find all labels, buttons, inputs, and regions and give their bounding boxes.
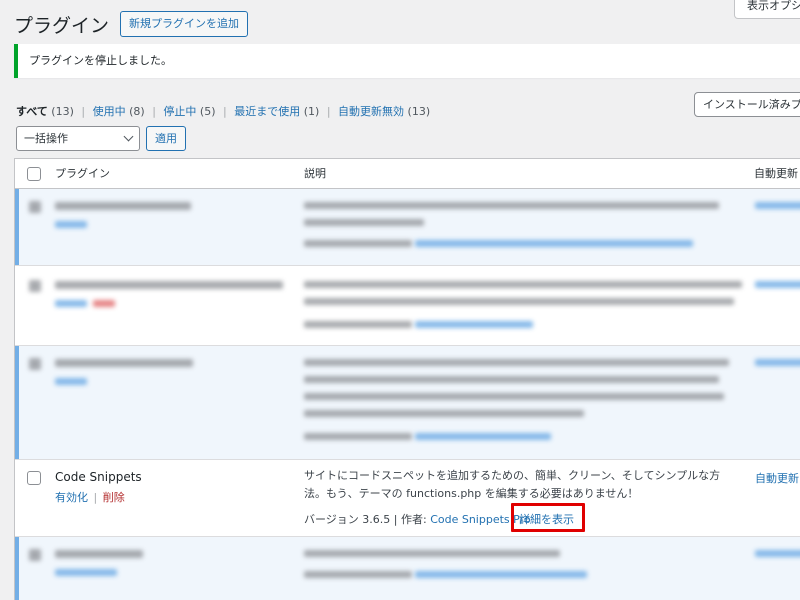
notice-text: プラグインを停止しました。 — [29, 54, 172, 67]
filter-separator: | — [326, 105, 331, 118]
filter-auto-update-disabled-count: (13) — [407, 105, 431, 118]
auto-update-link[interactable] — [755, 281, 800, 288]
plugin-meta-links[interactable] — [415, 571, 587, 578]
plugin-description — [304, 298, 734, 305]
plugin-status-filters: すべて (13) | 使用中 (8) | 停止中 (5) | 最近まで使用 (1… — [16, 103, 430, 119]
highlight-box — [511, 503, 585, 532]
plugin-version — [304, 240, 412, 247]
auto-update-link[interactable] — [755, 550, 800, 557]
table-row — [15, 189, 800, 266]
plugin-version — [304, 571, 412, 578]
plugin-name: Code Snippets — [55, 470, 142, 484]
activate-link[interactable]: 有効化 — [55, 491, 88, 504]
filter-inactive[interactable]: 停止中 — [163, 105, 196, 118]
plugin-description — [304, 359, 729, 366]
plugin-name — [55, 202, 191, 210]
filter-auto-update-disabled[interactable]: 自動更新無効 — [338, 105, 404, 118]
delete-link[interactable]: 削除 — [103, 491, 125, 504]
auto-update-link[interactable] — [755, 359, 800, 366]
plugin-description — [304, 281, 742, 288]
row-action[interactable] — [55, 378, 87, 385]
bulk-action-select[interactable]: 一括操作 — [16, 126, 140, 151]
auto-update-link[interactable] — [755, 202, 800, 209]
filter-separator: | — [81, 105, 86, 118]
active-indicator — [15, 537, 19, 600]
row-actions: 有効化 | 削除 — [55, 489, 125, 505]
filter-active-count: (8) — [129, 105, 145, 118]
filter-all-count: (13) — [51, 105, 74, 118]
row-checkbox[interactable] — [29, 280, 41, 292]
plugin-version: バージョン 3.6.5 | — [304, 513, 398, 526]
plugin-version — [304, 321, 412, 328]
row-action[interactable] — [55, 221, 87, 228]
table-row — [15, 266, 800, 346]
apply-button[interactable]: 適用 — [146, 126, 186, 151]
select-all-checkbox[interactable] — [27, 167, 41, 181]
bulk-action-selected: 一括操作 — [24, 132, 68, 145]
table-header: プラグイン 説明 自動更新 — [15, 159, 800, 189]
filter-all[interactable]: すべて — [16, 105, 48, 118]
filter-recently-active[interactable]: 最近まで使用 — [234, 105, 300, 118]
plugin-description-line: サイトにコードスニペットを追加するための、簡単、クリーン、そしてシンプルな方 — [304, 469, 721, 482]
plugin-description-line: 法。もう、テーマの functions.php を編集する必要はありません！ — [304, 487, 639, 500]
active-indicator — [15, 189, 19, 265]
column-auto-update: 自動更新 — [754, 167, 798, 180]
auto-update-link[interactable]: 自動更新を有効化 — [755, 470, 800, 486]
deactivated-notice: プラグインを停止しました。 — [14, 44, 800, 78]
active-indicator — [15, 346, 19, 459]
row-checkbox[interactable] — [29, 201, 41, 213]
plugin-name — [55, 550, 143, 558]
filter-separator: | — [223, 105, 227, 118]
plugin-description — [304, 393, 724, 400]
row-checkbox[interactable] — [27, 471, 41, 485]
plugin-search-input[interactable]: インストール済みプラグインを検索... — [694, 92, 800, 117]
plugin-meta-links[interactable] — [415, 321, 533, 328]
row-action[interactable] — [55, 300, 87, 307]
plugin-description — [304, 550, 560, 557]
plugin-meta: バージョン 3.6.5 | 作者: Code Snippets Pro — [304, 511, 531, 527]
row-action[interactable] — [55, 569, 117, 576]
plugin-description — [304, 202, 719, 209]
page-title: プラグイン — [14, 15, 110, 37]
plugin-version — [304, 433, 412, 440]
add-new-plugin-button[interactable]: 新規プラグインを追加 — [120, 11, 248, 37]
filter-inactive-count: (5) — [199, 105, 216, 118]
row-delete[interactable] — [93, 300, 115, 307]
table-row — [15, 346, 800, 460]
plugin-meta-links[interactable] — [415, 240, 693, 247]
plugin-name — [55, 281, 283, 289]
filter-active[interactable]: 使用中 — [93, 105, 126, 118]
filter-separator: | — [152, 105, 156, 118]
table-row: Code Snippets 有効化 | 削除 サイトにコードスニペットを追加する… — [15, 460, 800, 537]
plugin-description — [304, 219, 424, 226]
filter-recently-active-count: (1) — [303, 105, 320, 118]
screen-options-button[interactable]: 表示オプション — [734, 0, 800, 19]
plugin-description — [304, 376, 719, 383]
column-description: 説明 — [304, 167, 326, 180]
plugin-meta-links[interactable] — [415, 433, 551, 440]
action-separator: | — [93, 491, 98, 504]
author-prefix: 作者: — [400, 513, 427, 526]
chevron-down-icon — [123, 131, 134, 142]
column-plugin: プラグイン — [55, 167, 110, 180]
row-checkbox[interactable] — [29, 358, 41, 370]
table-row — [15, 537, 800, 600]
plugins-table: プラグイン 説明 自動更新 Code Snippets 有効化 | 削除 サイト… — [14, 158, 800, 600]
plugin-name — [55, 359, 193, 367]
plugin-description — [304, 410, 584, 417]
row-checkbox[interactable] — [29, 549, 41, 561]
